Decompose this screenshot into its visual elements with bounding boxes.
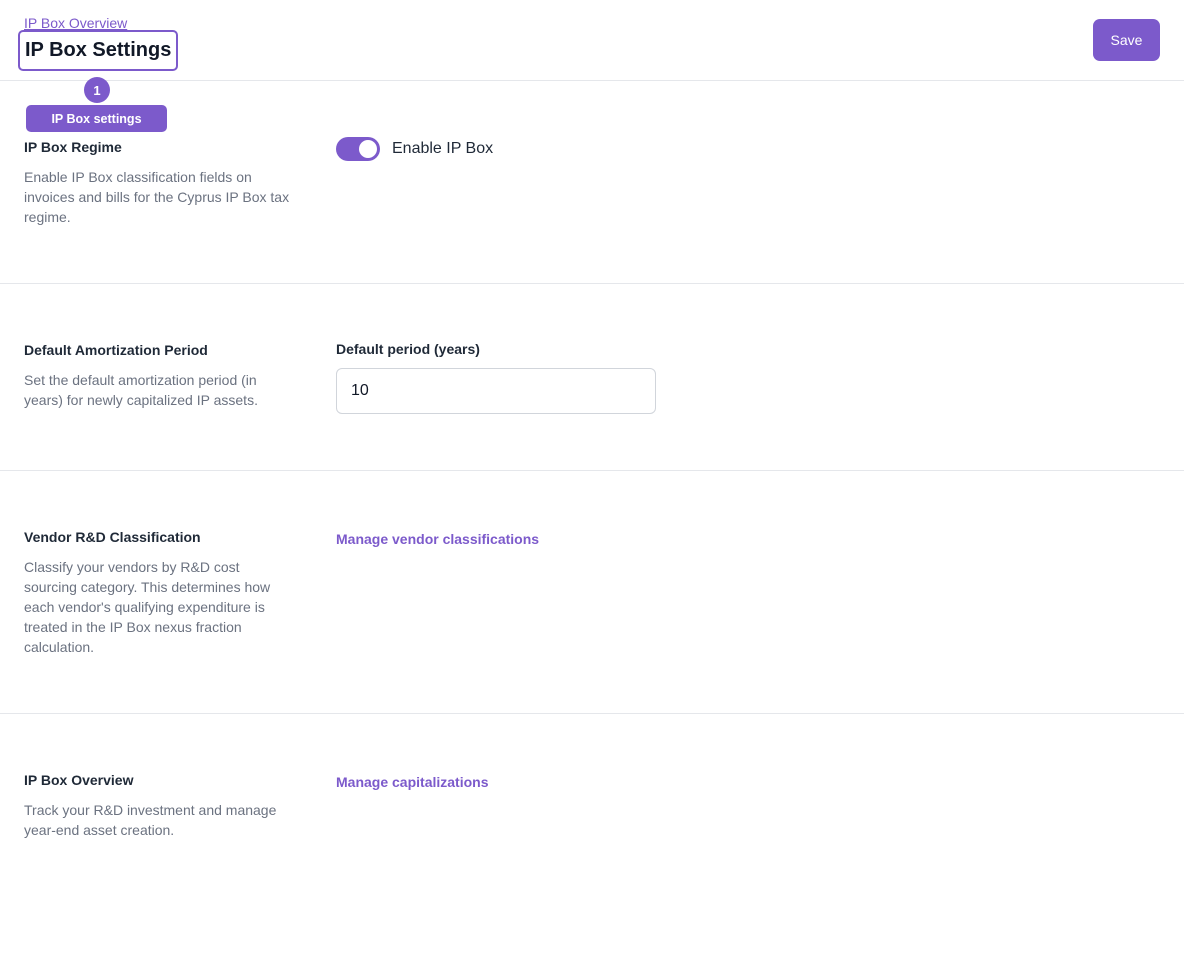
section-heading: IP Box Overview <box>24 772 134 788</box>
section-description: Enable IP Box classification fields on i… <box>24 169 290 225</box>
manage-capitalizations-link[interactable]: Manage capitalizations <box>336 774 488 790</box>
section-divider <box>0 283 1184 284</box>
save-button[interactable]: Save <box>1093 19 1160 61</box>
default-period-label: Default period (years) <box>336 341 480 357</box>
breadcrumb-ip-box-overview[interactable]: IP Box Overview <box>24 15 127 31</box>
page-title-highlight: IP Box Settings <box>18 30 179 71</box>
toggle-knob <box>359 140 377 158</box>
enable-ip-box-toggle[interactable] <box>336 137 380 161</box>
section-description: Set the default amortization period (in … <box>24 372 258 408</box>
section-divider <box>0 470 1184 471</box>
section-heading: Vendor R&D Classification <box>24 529 201 545</box>
section-description: Track your R&D investment and manage yea… <box>24 802 277 838</box>
section-heading: IP Box Regime <box>24 139 122 155</box>
toggle-label: Enable IP Box <box>392 140 494 157</box>
page-header: IP Box Overview IP Box Settings Save <box>0 0 1184 81</box>
default-period-input[interactable] <box>336 368 656 414</box>
section-divider <box>0 713 1184 714</box>
section-heading: Default Amortization Period <box>24 342 208 358</box>
tour-step-label: IP Box settings <box>26 105 167 132</box>
tour-step-badge: 1 <box>84 77 110 103</box>
section-description: Classify your vendors by R&D cost sourci… <box>24 559 271 655</box>
manage-vendor-classifications-link[interactable]: Manage vendor classifications <box>336 531 539 547</box>
page-title: IP Box Settings <box>25 39 172 61</box>
